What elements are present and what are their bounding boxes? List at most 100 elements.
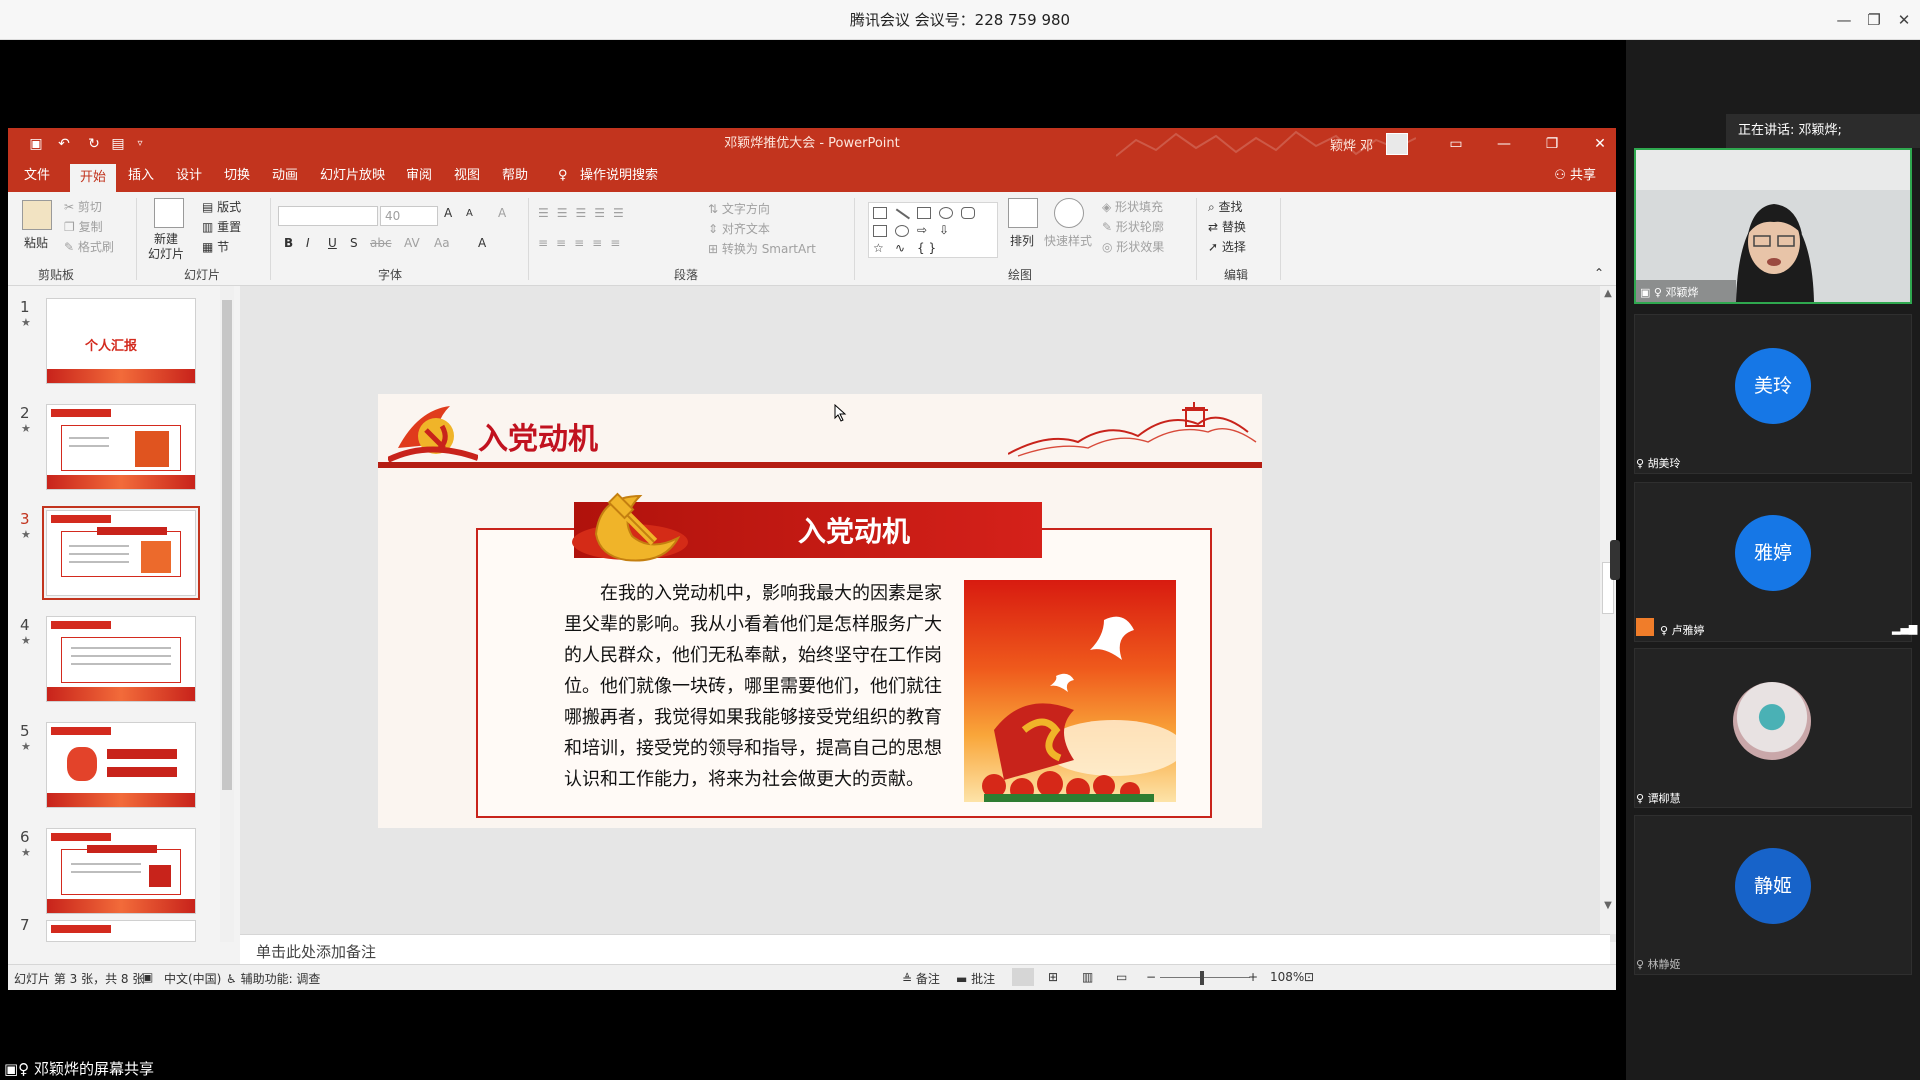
ppt-close-icon[interactable]: ✕ <box>1590 134 1610 154</box>
redo-icon[interactable]: ↻ <box>84 134 104 154</box>
undo-icon[interactable]: ↶ <box>54 134 74 154</box>
char-spacing-icon[interactable]: AV <box>404 236 420 250</box>
find-button[interactable]: ⌕ 查找 <box>1208 198 1243 215</box>
cut-button[interactable]: ✂ 剪切 <box>64 198 102 215</box>
slide-thumbnail-1[interactable]: 个人汇报 <box>46 298 196 384</box>
format-painter-button[interactable]: ✎ 格式刷 <box>64 238 114 255</box>
new-slide-button[interactable]: 新建 幻灯片 <box>148 232 184 262</box>
circle-shape-icon[interactable] <box>895 225 909 237</box>
quick-styles-icon[interactable] <box>1054 198 1084 228</box>
reading-view-icon[interactable]: ▥ <box>1082 970 1093 984</box>
section-button[interactable]: ▦ 节 <box>202 238 229 255</box>
slide-thumbnail-3[interactable] <box>42 506 200 600</box>
grow-font-icon[interactable]: A <box>444 206 452 220</box>
copy-button[interactable]: ❐ 复制 <box>64 218 103 235</box>
spellcheck-icon[interactable]: ▣ <box>142 970 153 984</box>
new-slide-icon[interactable] <box>154 198 184 228</box>
font-name-box[interactable] <box>278 206 378 226</box>
tab-view[interactable]: 视图 <box>444 160 490 192</box>
shape-fill-button[interactable]: ◈ 形状填充 <box>1102 198 1163 215</box>
shape-effects-button[interactable]: ◎ 形状效果 <box>1102 238 1164 255</box>
thumbnail-scroll-thumb[interactable] <box>222 300 232 790</box>
slide-canvas[interactable]: 入党动机 入党动机 在我的入党动机中，影响我最大的因素是家里父辈的影响。我从小看… <box>378 394 1262 828</box>
rectangle2-shape-icon[interactable] <box>873 225 887 237</box>
arrange-button[interactable]: 排列 <box>1010 232 1034 249</box>
tab-file[interactable]: 文件 <box>14 160 60 192</box>
customize-qat-icon[interactable]: ▿ <box>130 134 150 154</box>
slide-thumbnail-2[interactable] <box>46 404 196 490</box>
tab-help[interactable]: 帮助 <box>492 160 538 192</box>
align-icons[interactable]: ≡≡≡≡≡ <box>538 236 628 250</box>
fit-slide-icon[interactable]: ⊡ <box>1304 970 1314 984</box>
tab-home[interactable]: 开始 <box>70 164 117 192</box>
underline-icon[interactable]: U <box>328 236 337 250</box>
tab-transitions[interactable]: 切换 <box>214 160 260 192</box>
star-shape-icon[interactable]: ☆ <box>873 241 884 255</box>
accessibility-status[interactable]: ♿ 辅助功能: 调查 <box>226 970 320 987</box>
bold-icon[interactable]: B <box>284 236 293 250</box>
slide-thumbnail-5[interactable] <box>46 722 196 808</box>
select-button[interactable]: ➚ 选择 <box>1208 238 1246 255</box>
slide-thumbnail-7[interactable] <box>46 920 196 942</box>
smartart-button[interactable]: ⊞ 转换为 SmartArt <box>708 240 816 257</box>
arrow-shape-icon[interactable]: ⇨ <box>917 223 927 237</box>
quick-styles-button[interactable]: 快速样式 <box>1044 232 1092 249</box>
shadow-icon[interactable]: S <box>350 236 358 250</box>
slideshow-view-icon[interactable]: ▭ <box>1116 970 1127 984</box>
scroll-up-icon[interactable]: ▲ <box>1600 288 1616 299</box>
layout-button[interactable]: ▤ 版式 <box>202 198 241 215</box>
arrange-icon[interactable] <box>1008 198 1038 228</box>
notes-placeholder[interactable]: 单击此处添加备注 <box>256 941 376 962</box>
user-avatar[interactable] <box>1386 133 1408 155</box>
tab-insert[interactable]: 插入 <box>118 160 164 192</box>
strike-icon[interactable]: abc <box>370 236 392 250</box>
slide-sorter-icon[interactable]: ⊞ <box>1048 970 1058 984</box>
ppt-minimize-icon[interactable]: — <box>1494 134 1514 154</box>
list-icons[interactable]: ☰☰☰☰☰ <box>538 206 632 220</box>
textbox-shape-icon[interactable] <box>873 207 887 219</box>
restore-icon[interactable]: ❐ <box>1862 8 1886 32</box>
zoom-slider-track[interactable] <box>1160 977 1250 978</box>
replace-button[interactable]: ⇄ 替换 <box>1208 218 1246 235</box>
oval-shape-icon[interactable] <box>939 207 953 219</box>
tab-design[interactable]: 设计 <box>166 160 212 192</box>
zoom-level[interactable]: 108% <box>1270 970 1304 984</box>
normal-view-icon[interactable] <box>1012 968 1034 986</box>
rectangle-shape-icon[interactable] <box>917 207 931 219</box>
shrink-font-icon[interactable]: A <box>466 208 473 219</box>
text-direction-button[interactable]: ⇅ 文字方向 <box>708 200 770 217</box>
align-text-button[interactable]: ⇕ 对齐文本 <box>708 220 770 237</box>
minimize-icon[interactable]: — <box>1832 8 1856 32</box>
tab-animations[interactable]: 动画 <box>262 160 308 192</box>
tab-review[interactable]: 审阅 <box>396 160 442 192</box>
brace-shape-icon[interactable]: { } <box>917 241 936 255</box>
ppt-restore-icon[interactable]: ❐ <box>1542 134 1562 154</box>
curve-shape-icon[interactable]: ∿ <box>895 241 905 255</box>
paste-icon[interactable] <box>22 200 52 230</box>
change-case-icon[interactable]: Aa <box>434 236 450 250</box>
paste-button[interactable]: 粘贴 <box>24 234 48 251</box>
italic-icon[interactable]: I <box>306 236 310 250</box>
save-icon[interactable]: ▣ <box>26 134 46 154</box>
clear-format-icon[interactable]: A <box>498 206 506 220</box>
start-slideshow-icon[interactable]: ▤ <box>108 134 128 154</box>
down-arrow-shape-icon[interactable]: ⇩ <box>939 223 949 237</box>
reset-button[interactable]: ▥ 重置 <box>202 218 241 235</box>
font-color-icon[interactable]: A <box>478 236 486 250</box>
shapes-gallery[interactable]: ⇨ ⇩ ☆ ∿ { } <box>868 202 998 258</box>
close-icon[interactable]: ✕ <box>1892 8 1916 32</box>
line-shape-icon[interactable] <box>896 208 910 219</box>
ribbon-display-icon[interactable]: ▭ <box>1446 134 1466 154</box>
share-button[interactable]: ⚇ 共享 <box>1554 160 1596 192</box>
notes-toggle[interactable]: ≜ 备注 <box>902 970 940 987</box>
ppt-user-name[interactable]: 颖烨 邓 <box>1330 135 1373 154</box>
scroll-down-icon[interactable]: ▼ <box>1600 900 1616 911</box>
rounded-rect-shape-icon[interactable] <box>961 207 975 219</box>
participant-video-card[interactable]: ▣ ♀ 邓颖烨 <box>1634 148 1912 304</box>
collapse-ribbon-icon[interactable]: ⌃ <box>1594 266 1604 280</box>
language-status[interactable]: 中文(中国) <box>164 970 221 987</box>
slide-thumbnail-4[interactable] <box>46 616 196 702</box>
panel-toggle-handle[interactable] <box>1610 540 1620 580</box>
tell-me-search[interactable]: 操作说明搜索 <box>570 160 668 192</box>
notes-pane[interactable]: 单击此处添加备注 <box>240 934 1610 964</box>
